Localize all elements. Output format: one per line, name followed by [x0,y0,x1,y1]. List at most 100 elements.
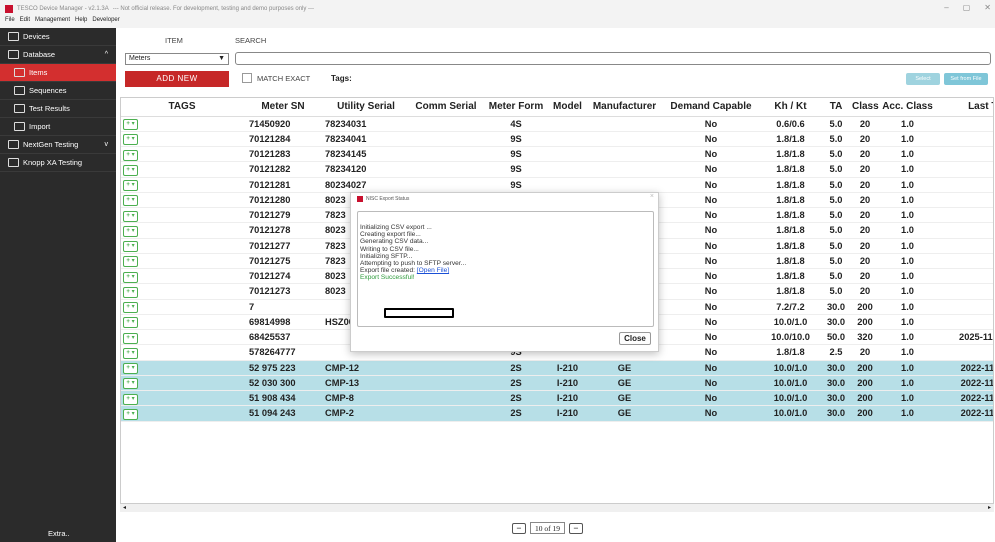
table-cell: 70121273 [243,283,323,300]
sidebar-item-nextgen-testing[interactable]: NextGen Testing v [0,136,116,154]
add-tag-icon[interactable]: + ▾ [123,149,138,161]
column-header[interactable]: Comm Serial [409,98,483,117]
table-row[interactable]: + ▾ 70121282 78234120 9S No 1.8/1.8 5.0 20 1.0 [121,161,993,178]
table-cell [409,131,483,148]
table-row[interactable]: + ▾ 51 094 243 CMP-2 2S I-210 GE No 10.0/1.0 30.… [121,405,993,422]
column-header[interactable]: Meter Form [483,98,549,117]
add-tag-icon[interactable]: + ▾ [123,210,138,222]
table-cell: 1.0 [880,375,935,392]
close-button[interactable]: Close [619,332,651,345]
table-cell: 10.0/1.0 [759,314,822,331]
set-from-file-button[interactable]: Set from File [944,73,988,85]
column-header[interactable]: Demand Capable [663,98,759,117]
add-new-button[interactable]: ADD NEW [125,71,229,87]
table-row[interactable]: + ▾ 52 030 300 CMP-13 2S I-210 GE No 10.0/1.0 30… [121,375,993,392]
table-cell: 5.0 [822,268,850,285]
checkbox-icon[interactable] [242,73,252,83]
add-tag-icon[interactable]: + ▾ [123,119,138,131]
column-header[interactable]: Model [549,98,586,117]
add-tag-icon[interactable]: + ▾ [123,225,138,237]
table-row[interactable]: + ▾ 51 908 434 CMP-8 2S I-210 GE No 10.0/1.0 30.… [121,390,993,407]
column-header[interactable]: Manufacturer [586,98,663,117]
menu-edit[interactable]: Edit [20,17,30,28]
table-cell: 5.0 [822,131,850,148]
column-header[interactable]: TA [822,98,850,117]
tags-cell: + ▾ [121,253,243,270]
table-row[interactable]: + ▾ 70121281 80234027 9S No 1.8/1.8 5.0 20 1.0 [121,177,993,193]
menu-file[interactable]: File [5,17,15,28]
match-exact-label: MATCH EXACT [257,73,311,83]
add-tag-icon[interactable]: + ▾ [123,180,138,192]
add-tag-icon[interactable]: + ▾ [123,332,138,344]
extra-link[interactable]: Extra.. [48,529,70,538]
sidebar-item-knopp-xa-testing[interactable]: Knopp XA Testing [0,154,116,172]
add-tag-icon[interactable]: + ▾ [123,286,138,298]
table-row[interactable]: + ▾ 52 975 223 CMP-12 2S I-210 GE No 10.0/1.0 30… [121,360,993,376]
search-input[interactable] [235,52,991,65]
item-select-value: Meters [129,55,151,62]
tags-cell: + ▾ [121,375,243,392]
sidebar-item-items[interactable]: Items [0,64,116,82]
tags-input[interactable] [355,70,902,87]
menu-developer[interactable]: Developer [92,17,119,28]
column-header[interactable]: Kh / Kt [759,98,822,117]
sidebar-item-database[interactable]: Database ^ [0,46,116,64]
table-row[interactable]: + ▾ 70121283 78234145 9S No 1.8/1.8 5.0 20 1.0 [121,146,993,163]
add-tag-icon[interactable]: + ▾ [123,302,138,314]
column-header[interactable]: Meter SN [243,98,323,117]
column-header[interactable]: Utility Serial [323,98,409,117]
table-cell: 2025-11-10 1( [935,329,993,346]
add-tag-icon[interactable]: + ▾ [123,241,138,253]
log-line: Generating CSV data... [360,238,429,246]
scroll-right-icon[interactable]: ▸ [988,504,991,511]
clipboard-icon [14,104,25,113]
item-type-select[interactable]: Meters ▼ [125,53,229,65]
scroll-left-icon[interactable]: ◂ [123,504,126,511]
add-tag-icon[interactable]: + ▾ [123,271,138,283]
add-tag-icon[interactable]: + ▾ [123,378,138,390]
add-tag-icon[interactable]: + ▾ [123,393,138,405]
open-file-link[interactable]: [Open File] [417,267,449,274]
add-tag-icon[interactable]: + ▾ [123,347,138,359]
add-tag-icon[interactable]: + ▾ [123,134,138,146]
table-row[interactable]: + ▾ 71450920 78234031 4S No 0.6/0.6 5.0 20 1.0 [121,116,993,132]
horizontal-scrollbar[interactable]: ◂ ▸ [120,503,994,512]
table-cell: 1.0 [880,161,935,178]
file-created-text: Export file created: [360,267,417,275]
table-cell: 5.0 [822,207,850,224]
column-header[interactable]: Last Tes [935,98,993,117]
table-cell: 1.0 [880,360,935,376]
menu-management[interactable]: Management [35,17,70,28]
sidebar-item-sequences[interactable]: Sequences [0,82,116,100]
table-cell: 1.8/1.8 [759,268,822,285]
column-header[interactable]: Acc. Class [880,98,935,117]
table-cell: 78234041 [323,131,409,148]
tags-cell: + ▾ [121,238,243,254]
column-header[interactable]: TAGS [121,98,243,117]
next-page-button[interactable]: − [569,522,583,534]
minimize-icon[interactable]: – [944,3,948,12]
menu-help[interactable]: Help [75,17,87,28]
add-tag-icon[interactable]: + ▾ [123,363,138,375]
tags-cell: + ▾ [121,192,243,209]
sidebar-item-test-results[interactable]: Test Results [0,100,116,118]
sidebar-item-import[interactable]: Import [0,118,116,136]
table-cell: 20 [850,131,880,148]
add-tag-icon[interactable]: + ▾ [123,256,138,268]
search-label: SEARCH [235,36,267,45]
sidebar-item-devices[interactable]: Devices [0,28,116,46]
select-button[interactable]: Select [906,73,940,85]
prev-page-button[interactable]: − [512,522,526,534]
close-window-icon[interactable]: ✕ [984,3,991,12]
match-exact-checkbox[interactable]: MATCH EXACT [242,73,310,83]
close-icon[interactable]: × [650,193,654,200]
log-line: Creating export file... [360,231,421,239]
add-tag-icon[interactable]: + ▾ [123,317,138,329]
column-header[interactable]: Class [850,98,880,117]
tags-cell: + ▾ [121,146,243,163]
add-tag-icon[interactable]: + ▾ [123,408,138,420]
add-tag-icon[interactable]: + ▾ [123,195,138,207]
add-tag-icon[interactable]: + ▾ [123,164,138,176]
maximize-icon[interactable]: ▢ [963,3,971,12]
table-row[interactable]: + ▾ 70121284 78234041 9S No 1.8/1.8 5.0 20 1.0 [121,131,993,148]
